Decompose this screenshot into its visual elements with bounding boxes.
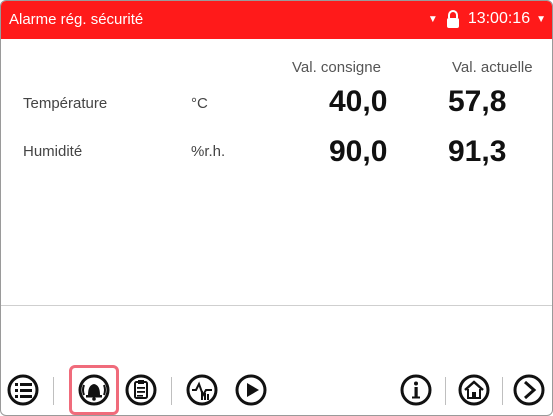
- chevron-down-icon[interactable]: ▼: [428, 14, 438, 25]
- clock-time: 13:00:16: [467, 10, 531, 27]
- actual-temperature: 57,8: [448, 85, 507, 118]
- row-label-temperature: Température: [23, 95, 108, 112]
- clipboard-icon[interactable]: [121, 370, 161, 410]
- screen-title: Alarme rég. sécurité: [9, 11, 144, 28]
- toolbar-separator: [53, 377, 54, 405]
- chevron-down-icon[interactable]: ▼: [536, 14, 546, 25]
- status-area: ▼ 13:00:16 ▼: [428, 8, 546, 30]
- section-divider: [1, 305, 552, 306]
- toolbar-separator: [171, 377, 172, 405]
- controller-screen: Alarme rég. sécurité ▼ 13:00:16 ▼ Val. c…: [0, 0, 553, 416]
- next-arrow-icon[interactable]: [509, 370, 549, 410]
- info-icon[interactable]: [396, 370, 436, 410]
- toolbar-separator: [445, 377, 446, 405]
- toolbar-separator: [502, 377, 503, 405]
- bottom-toolbar: [1, 365, 552, 415]
- column-header-setpoint: Val. consigne: [292, 59, 381, 76]
- column-header-actual: Val. actuelle: [452, 59, 533, 76]
- status-bar: Alarme rég. sécurité ▼ 13:00:16 ▼: [1, 1, 552, 39]
- touch-program-icon[interactable]: [182, 370, 222, 410]
- row-unit-humidity: %r.h.: [191, 143, 226, 160]
- play-icon[interactable]: [231, 370, 271, 410]
- setpoint-humidity[interactable]: 90,0: [329, 135, 387, 169]
- setpoint-temperature[interactable]: 40,0: [329, 85, 387, 119]
- menu-icon[interactable]: [3, 370, 43, 410]
- lock-icon: [444, 8, 462, 30]
- row-label-humidity: Humidité: [23, 143, 83, 160]
- home-icon[interactable]: [454, 370, 494, 410]
- alarm-bell-icon[interactable]: [69, 365, 119, 415]
- row-unit-temperature: °C: [191, 95, 208, 112]
- actual-humidity: 91,3: [448, 135, 507, 168]
